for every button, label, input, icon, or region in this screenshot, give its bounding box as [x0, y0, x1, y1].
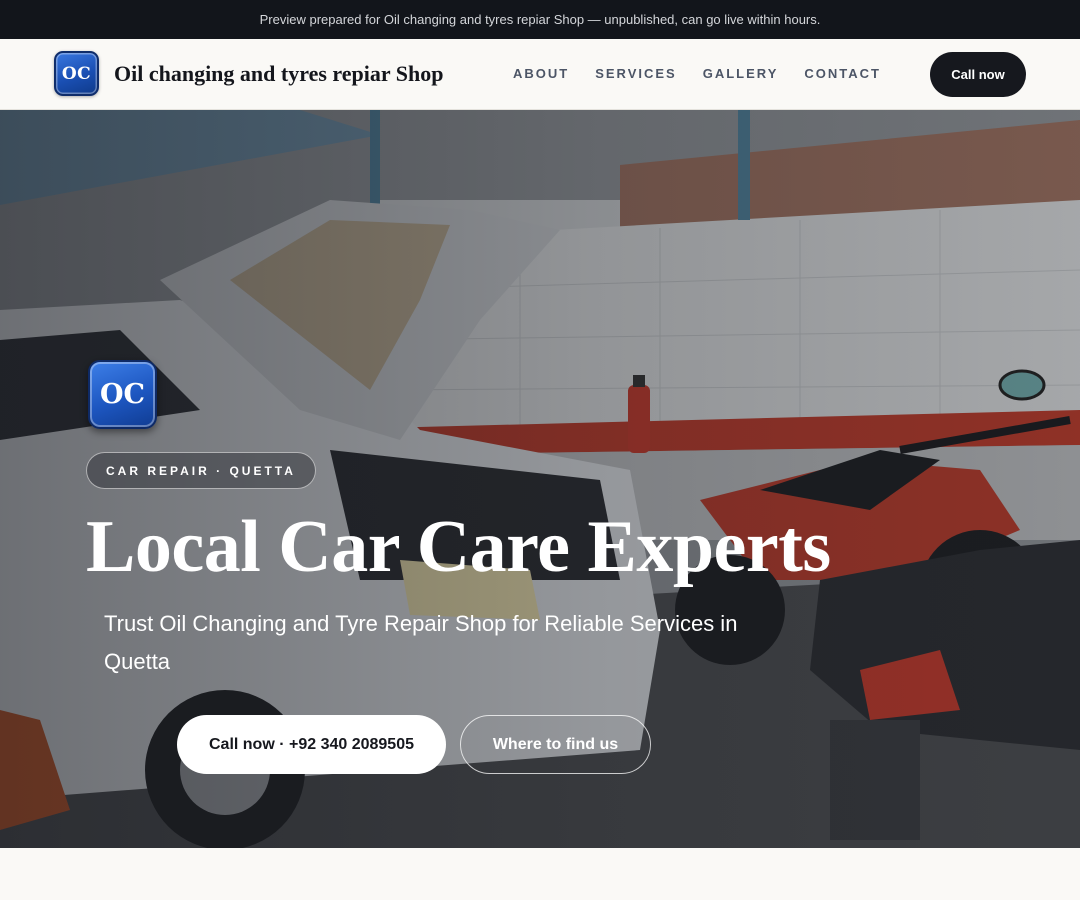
site-header: OC Oil changing and tyres repiar Shop AB…	[0, 39, 1080, 110]
nav-contact[interactable]: CONTACT	[804, 66, 881, 81]
hero-title: Local Car Care Experts	[86, 506, 831, 588]
next-section	[0, 848, 1080, 900]
hero-section: OC CAR REPAIR · QUETTA Local Car Care Ex…	[0, 110, 1080, 848]
nav-about[interactable]: ABOUT	[513, 66, 569, 81]
header-call-button[interactable]: Call now	[930, 52, 1026, 97]
main-nav: ABOUT SERVICES GALLERY CONTACT	[513, 66, 881, 81]
hero-subtitle: Trust Oil Changing and Tyre Repair Shop …	[104, 611, 738, 674]
call-now-button[interactable]: Call now · +92 340 2089505	[177, 715, 446, 774]
nav-gallery[interactable]: GALLERY	[703, 66, 779, 81]
brand[interactable]: OC Oil changing and tyres repiar Shop	[54, 51, 443, 96]
brand-name[interactable]: Oil changing and tyres repiar Shop	[114, 61, 443, 87]
nav-services[interactable]: SERVICES	[595, 66, 677, 81]
preview-banner-text: Preview prepared for Oil changing and ty…	[259, 12, 821, 27]
preview-banner: Preview prepared for Oil changing and ty…	[0, 0, 1080, 39]
hero-logo: OC	[88, 360, 157, 429]
where-to-find-us-button[interactable]: Where to find us	[460, 715, 651, 774]
hero-category-tag: CAR REPAIR · QUETTA	[86, 452, 316, 489]
brand-logo[interactable]: OC	[54, 51, 99, 96]
